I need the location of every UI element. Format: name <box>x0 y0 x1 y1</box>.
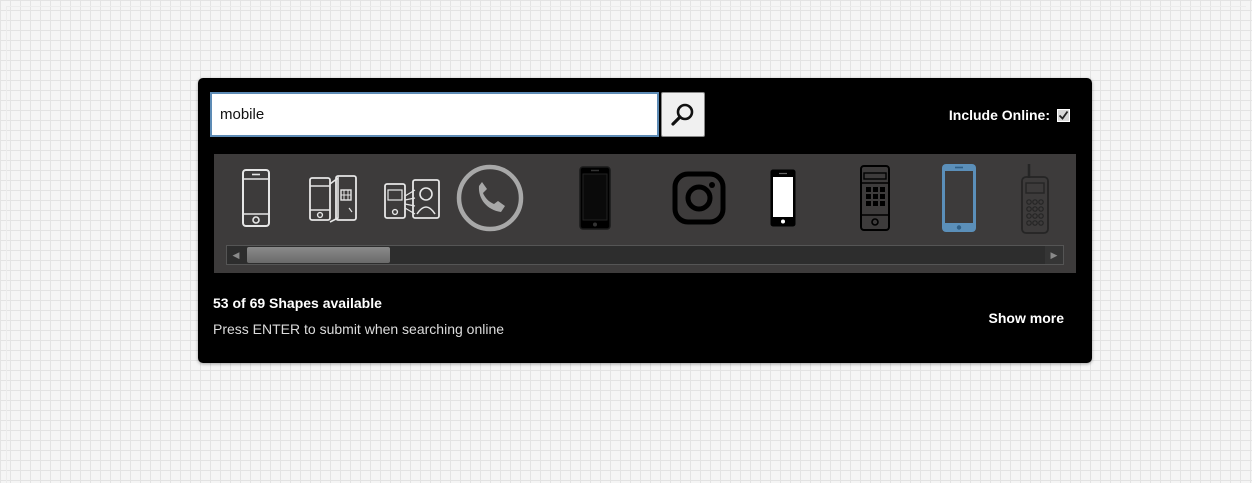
smartphone-black-icon <box>579 166 611 230</box>
smartphone-white-icon <box>770 169 796 227</box>
shape-list <box>214 154 1076 244</box>
smartphone-blue-icon <box>942 164 976 232</box>
keypad-phone-icon <box>860 165 890 231</box>
mobile-contact-card-icon <box>384 179 440 219</box>
shape-item[interactable] <box>924 160 994 236</box>
shape-item[interactable] <box>840 160 910 236</box>
shape-item[interactable] <box>221 160 291 236</box>
include-online-label: Include Online: <box>948 107 1050 123</box>
instagram-camera-icon <box>672 171 726 225</box>
include-online-checkbox[interactable] <box>1057 108 1070 122</box>
shape-scrollbar[interactable]: ◀ ▶ <box>226 245 1064 265</box>
shape-item[interactable] <box>748 160 818 236</box>
shape-count-text: 53 of 69 Shapes available <box>213 295 382 311</box>
shape-item[interactable] <box>455 160 525 236</box>
phone-sim-card-icon <box>309 175 357 223</box>
shape-item[interactable] <box>1000 160 1070 236</box>
checkmark-icon <box>1058 110 1069 120</box>
shape-results-strip: ◀ ▶ <box>214 154 1076 273</box>
shape-item[interactable] <box>560 160 630 236</box>
shape-item[interactable] <box>299 160 369 236</box>
search-button[interactable] <box>661 92 705 137</box>
shape-item[interactable] <box>664 160 734 236</box>
phone-call-circle-icon <box>456 164 524 232</box>
search-hint-text: Press ENTER to submit when searching onl… <box>213 321 505 337</box>
smartphone-outline-icon <box>242 169 270 227</box>
scroll-left-arrow-icon[interactable]: ◀ <box>227 246 245 264</box>
shape-item[interactable] <box>377 160 447 236</box>
scroll-right-arrow-icon[interactable]: ▶ <box>1045 246 1063 264</box>
magnifier-icon <box>671 103 694 126</box>
show-more-link[interactable]: Show more <box>989 310 1064 326</box>
search-input[interactable] <box>210 92 659 137</box>
include-online-option: Include Online: <box>949 107 1070 123</box>
walkie-talkie-phone-icon <box>1021 164 1049 234</box>
scroll-thumb[interactable] <box>247 247 390 263</box>
shape-search-panel: Include Online: <box>198 78 1092 363</box>
